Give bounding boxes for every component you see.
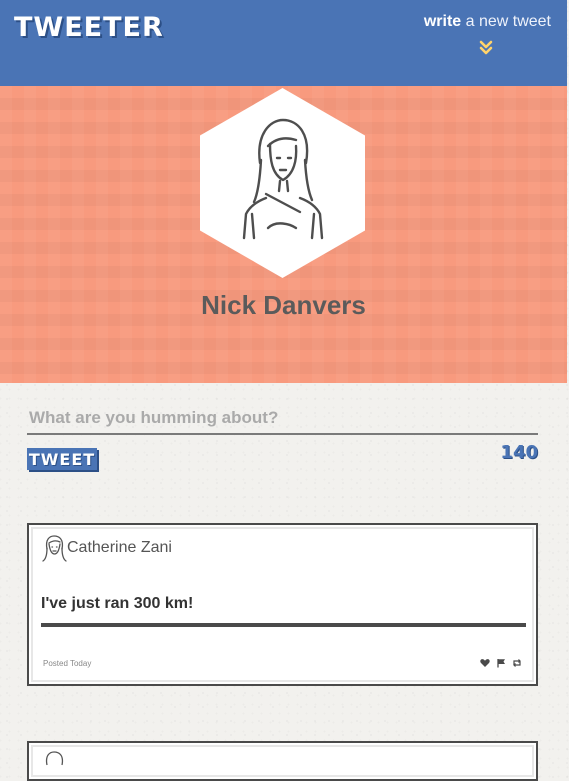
write-tweet-link[interactable]: write a new tweet <box>424 13 551 31</box>
tweet-card-partial <box>27 741 538 781</box>
chevron-double-down-icon[interactable] <box>479 40 493 56</box>
tweet-actions <box>480 658 522 668</box>
write-link-rest: a new tweet <box>461 13 551 30</box>
flag-icon[interactable] <box>496 658 506 668</box>
tweet-text: I've just ran 300 km! <box>41 595 194 612</box>
author-avatar-icon <box>42 535 67 562</box>
top-bar: TWEETER write a new tweet <box>0 0 567 86</box>
tweet-timestamp: Posted Today <box>43 659 92 668</box>
heart-icon[interactable] <box>480 658 490 668</box>
character-counter: 140 <box>500 442 538 463</box>
author-avatar-icon <box>45 751 64 766</box>
profile-hero: Nick Danvers <box>0 86 567 383</box>
tweet-submit-button[interactable]: TWEET <box>27 448 97 470</box>
app-logo[interactable]: TWEETER <box>14 12 164 43</box>
retweet-icon[interactable] <box>512 658 522 668</box>
tweet-compose-input[interactable] <box>27 402 538 435</box>
tweet-divider <box>41 623 526 627</box>
tweet-author[interactable]: Catherine Zani <box>67 539 172 557</box>
tweet-card: Catherine Zani I've just ran 300 km! Pos… <box>27 523 538 686</box>
profile-avatar <box>200 88 365 278</box>
write-link-strong: write <box>423 13 462 30</box>
profile-name: Nick Danvers <box>201 290 366 320</box>
